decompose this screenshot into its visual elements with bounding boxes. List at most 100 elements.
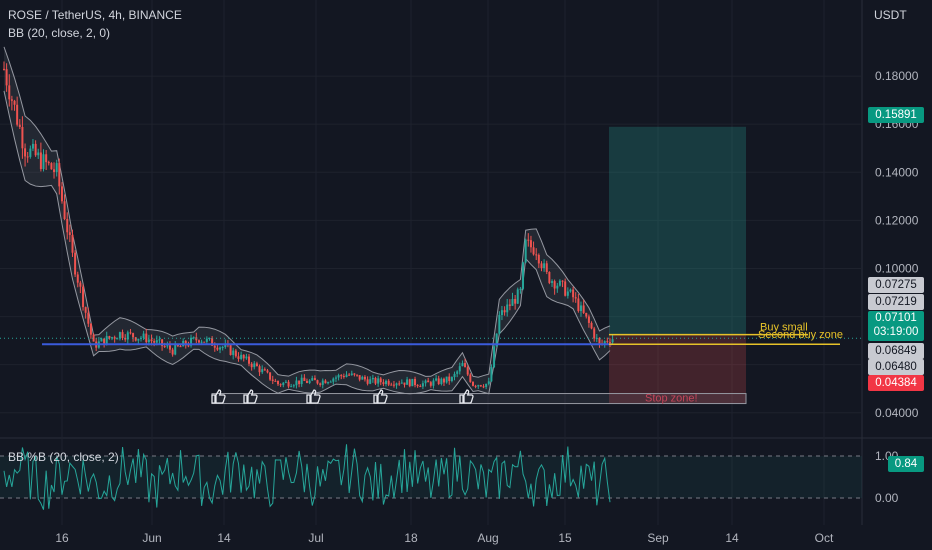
y-tick-label: 0.12000 (875, 213, 919, 227)
candle-body (74, 252, 77, 275)
candle-body (500, 310, 503, 316)
candle-body (490, 367, 493, 382)
candle-body (76, 274, 79, 283)
candle-body (213, 345, 216, 348)
candle-body (582, 305, 585, 313)
candle-body (332, 378, 335, 382)
candle-body (458, 366, 461, 372)
candle-body (529, 240, 532, 248)
candle-body (587, 316, 590, 323)
candle-body (324, 380, 327, 384)
candle-body (21, 127, 24, 149)
candle-body (479, 385, 482, 387)
candle-body (385, 380, 388, 385)
candle-body (89, 323, 92, 335)
candle-body (369, 379, 372, 384)
candle-body (240, 354, 243, 359)
candle-body (585, 312, 588, 317)
candle-body (348, 374, 351, 376)
upper-band-badge: 0.07275 (868, 277, 924, 293)
candle-body (398, 383, 401, 385)
bollinger-upper (3, 46, 611, 378)
chart-canvas[interactable]: 0.040000.060000.080000.100000.120000.140… (0, 0, 932, 550)
candle-body (414, 378, 417, 386)
candle-body (345, 374, 348, 377)
candle-body (564, 281, 567, 296)
chart-root: { "header": { "symbol_line": "ROSE / Tet… (0, 0, 932, 550)
last-price-value: 0.07101 (875, 312, 917, 324)
candle-body (579, 305, 582, 312)
candle-body (537, 254, 540, 264)
candle-body (424, 380, 427, 384)
candle-body (24, 148, 27, 157)
candle-body (66, 219, 69, 233)
x-tick-label: Sep (647, 531, 669, 545)
candle-body (277, 380, 280, 385)
candle-body (16, 104, 19, 125)
candle-body (400, 382, 403, 384)
candle-body (3, 68, 5, 70)
candle-body (361, 376, 364, 380)
candle-body (366, 379, 369, 384)
candle-body (13, 100, 16, 105)
candle-body (598, 337, 601, 344)
candle-body (300, 377, 303, 385)
candle-body (419, 386, 422, 388)
candle-body (313, 378, 316, 381)
candle-body (203, 341, 206, 343)
candle-body (174, 344, 177, 355)
candle-body (82, 286, 85, 308)
candle-body (427, 380, 430, 383)
candle-body (611, 339, 614, 343)
candle-body (429, 382, 432, 386)
candle-body (229, 345, 232, 355)
candle-body (450, 377, 453, 382)
candle-body (187, 345, 190, 347)
candle-body (60, 186, 63, 202)
candle-body (234, 350, 237, 357)
candle-body (606, 341, 609, 343)
candle-body (327, 382, 330, 384)
candle-body (471, 381, 474, 386)
x-tick-label: Jun (142, 531, 161, 545)
candle-body (485, 383, 488, 387)
candle-body (403, 382, 406, 385)
candle-body (374, 377, 377, 384)
candle-body (569, 289, 572, 292)
candle-body (261, 369, 264, 373)
candle-body (284, 381, 287, 383)
candle-body (279, 384, 282, 386)
candle-body (50, 163, 53, 170)
indicator-title: BB (20, close, 2, 0) (8, 26, 111, 40)
candle-body (456, 371, 459, 374)
candle-body (524, 239, 527, 263)
candle-body (163, 346, 166, 348)
x-tick-label: 16 (55, 531, 69, 545)
candle-body (47, 162, 50, 164)
y-tick-label: 0.04000 (875, 406, 919, 420)
candle-body (168, 345, 171, 350)
candle-body (205, 338, 208, 342)
candle-body (593, 328, 596, 339)
candle-body (493, 346, 496, 368)
y-tick-label: 0.14000 (875, 165, 919, 179)
candle-body (371, 377, 374, 380)
candle-body (469, 374, 472, 382)
candle-body (358, 375, 361, 380)
candle-body (316, 380, 319, 384)
candle-body (5, 69, 8, 86)
bbp-tick-label: 0.00 (875, 491, 899, 505)
x-tick-label: 14 (217, 531, 231, 545)
x-tick-label: Oct (815, 531, 834, 545)
candle-body (356, 374, 359, 376)
candle-body (437, 378, 440, 385)
candle-body (311, 378, 314, 381)
candle-body (337, 375, 340, 378)
candle-body (129, 332, 132, 334)
x-tick-label: 18 (404, 531, 418, 545)
candle-body (553, 281, 556, 289)
candle-body (319, 383, 322, 385)
x-tick-label: 14 (725, 531, 739, 545)
candle-body (411, 378, 414, 387)
candle-body (574, 297, 577, 299)
